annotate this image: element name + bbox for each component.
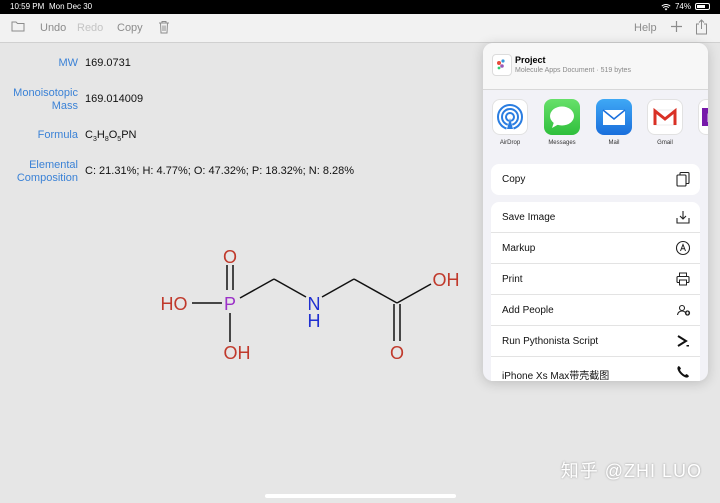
undo-button[interactable]: Undo xyxy=(40,22,66,34)
airdrop-icon xyxy=(492,99,528,135)
document-subtitle: Molecule Apps Document · 519 bytes xyxy=(515,67,631,74)
app-gmail[interactable]: Gmail xyxy=(642,99,688,146)
elemental-composition-value: C: 21.31%; H: 4.77%; O: 47.32%; P: 18.32… xyxy=(85,165,355,177)
action-run-pythonista[interactable]: Run Pythonista Script xyxy=(491,326,700,357)
add-people-icon xyxy=(676,304,691,316)
app-airdrop-label: AirDrop xyxy=(499,140,521,146)
redo-button[interactable]: Redo xyxy=(77,22,103,34)
share-sheet: Project Molecule Apps Document · 519 byt… xyxy=(483,43,708,381)
mail-icon xyxy=(596,99,632,135)
app-messages[interactable]: Messages xyxy=(539,99,585,146)
action-group-main: Save Image Markup Print Add People Run P… xyxy=(491,202,700,381)
share-icon[interactable] xyxy=(695,19,708,35)
status-bar: 10:59 PM Mon Dec 30 74% xyxy=(0,0,720,14)
action-copy[interactable]: Copy xyxy=(491,164,700,195)
phone-icon xyxy=(677,366,689,378)
action-markup-label: Markup xyxy=(502,243,536,254)
messages-icon xyxy=(544,99,580,135)
action-iphone-screenshot[interactable]: iPhone Xs Max带壳截图 xyxy=(491,357,700,381)
status-date: Mon Dec 30 xyxy=(49,2,93,11)
trash-icon[interactable] xyxy=(158,20,170,34)
status-time: 10:59 PM xyxy=(10,2,45,11)
copy-button[interactable]: Copy xyxy=(117,22,143,34)
copy-icon xyxy=(676,171,690,187)
action-print-label: Print xyxy=(502,274,523,285)
atom-oh-right: OH xyxy=(433,270,460,290)
document-title: Project xyxy=(515,55,546,65)
action-iphone-screenshot-label: iPhone Xs Max带壳截图 xyxy=(502,371,610,381)
formula-label: Formula xyxy=(37,129,78,141)
formula-c: C xyxy=(85,129,93,141)
plus-icon[interactable] xyxy=(670,20,683,33)
bond-c2-c3 xyxy=(353,278,398,304)
battery-percent: 74% xyxy=(674,2,691,11)
formula-value: C3H8O5PN xyxy=(85,129,136,143)
markup-icon xyxy=(675,240,691,256)
bond-p-c1 xyxy=(239,278,275,299)
atom-o-bottom: O xyxy=(390,343,404,363)
app-mail[interactable]: Mail xyxy=(591,99,637,146)
mw-value: 169.0731 xyxy=(85,57,131,69)
atom-oh-bottom: OH xyxy=(224,343,251,363)
screen: 10:59 PM Mon Dec 30 74% Undo Redo Copy H… xyxy=(0,0,720,503)
atom-h: H xyxy=(308,311,321,331)
gmail-icon xyxy=(647,99,683,135)
home-indicator[interactable] xyxy=(265,494,456,498)
watermark: 知乎 @ZHI LUO xyxy=(560,461,702,481)
action-add-people[interactable]: Add People xyxy=(491,295,700,326)
app-onenote-label: O xyxy=(693,140,708,146)
formula-o: O xyxy=(108,129,118,141)
toolbar: Undo Redo Copy Help xyxy=(0,14,720,43)
battery-icon xyxy=(695,3,710,10)
app-mail-label: Mail xyxy=(608,140,620,146)
action-copy-label: Copy xyxy=(502,174,526,185)
action-markup[interactable]: Markup xyxy=(491,233,700,264)
action-print[interactable]: Print xyxy=(491,264,700,295)
action-save-image-label: Save Image xyxy=(502,212,556,223)
pythonista-icon xyxy=(677,335,689,347)
bond-c3-oh xyxy=(396,283,432,304)
app-onenote[interactable]: N O xyxy=(693,99,708,146)
atom-ho-left: HO xyxy=(161,294,188,314)
document-icon xyxy=(492,54,512,76)
svg-text:N: N xyxy=(707,111,708,125)
monoisotopic-mass-value: 169.014009 xyxy=(85,93,144,105)
battery-fill xyxy=(697,5,706,8)
bond-c1-n xyxy=(273,278,307,298)
action-add-people-label: Add People xyxy=(502,305,554,316)
status-right: 74% xyxy=(661,2,710,11)
formula-rest: PN xyxy=(121,129,137,141)
formula-h: H xyxy=(96,129,105,141)
monoisotopic-mass-label: Monoisotopic Mass xyxy=(13,87,78,112)
elemental-composition-label: Elemental Composition xyxy=(16,159,78,184)
molecule-structure[interactable]: O HO P OH N H OH O xyxy=(150,240,470,370)
share-sheet-header: Project Molecule Apps Document · 519 byt… xyxy=(483,43,708,90)
action-run-pythonista-label: Run Pythonista Script xyxy=(502,336,599,347)
save-image-icon xyxy=(676,211,690,224)
bond-n-c2 xyxy=(321,278,355,298)
action-group-copy: Copy xyxy=(491,164,700,195)
atom-o-top: O xyxy=(223,247,237,267)
app-airdrop[interactable]: AirDrop xyxy=(487,99,533,146)
atom-p: P xyxy=(224,294,236,314)
print-icon xyxy=(676,272,690,286)
app-messages-label: Messages xyxy=(548,140,576,146)
folder-icon[interactable] xyxy=(11,20,25,32)
app-gmail-label: Gmail xyxy=(657,140,673,146)
mw-label: MW xyxy=(58,57,78,69)
action-save-image[interactable]: Save Image xyxy=(491,202,700,233)
wifi-icon xyxy=(661,3,671,10)
help-button[interactable]: Help xyxy=(634,22,657,34)
share-apps-row: AirDrop Messages Mail Gmail xyxy=(483,90,708,156)
onenote-icon: N xyxy=(698,99,708,135)
